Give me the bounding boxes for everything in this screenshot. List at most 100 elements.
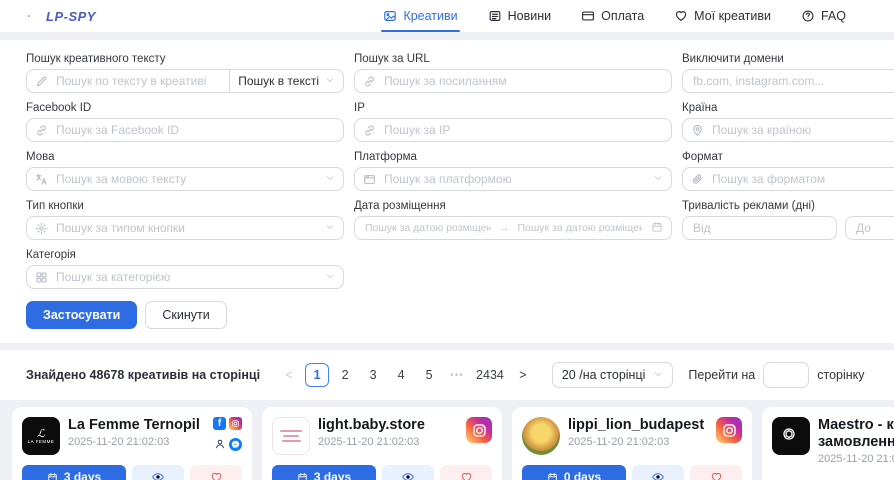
network-icons: f (213, 417, 242, 455)
filter-platform: Платформа (354, 151, 672, 191)
language-select[interactable] (26, 167, 344, 191)
eye-icon (401, 470, 415, 480)
creative-card[interactable]: Maestro - кухні, ме замовлення в Ужго 20… (762, 407, 894, 480)
text-search-mode-select[interactable]: Пошук в тексті (229, 69, 344, 93)
pagination-page-5[interactable]: 5 (417, 363, 441, 387)
exclude-domains-field[interactable] (691, 73, 894, 89)
main-nav: Креативи Новини Оплата Мої креативи FAQ (383, 0, 846, 32)
date-from-field[interactable] (363, 221, 493, 235)
location-pin-icon (691, 124, 704, 137)
filter-exclude-domains: Виключити домени (682, 53, 894, 93)
days-button[interactable]: 3 days (22, 465, 126, 480)
app-logo[interactable]: LP-SPY (18, 8, 96, 24)
ip-field[interactable] (382, 122, 663, 138)
facebook-id-input[interactable] (26, 118, 344, 142)
pagination-ellipsis[interactable]: ••• (445, 363, 469, 387)
favorite-button[interactable] (440, 465, 492, 480)
question-icon (801, 9, 815, 23)
goto-page-input[interactable] (763, 362, 809, 388)
network-icons (716, 417, 742, 455)
days-button[interactable]: 0 days (522, 465, 626, 480)
avatar: ℒ LA FEMME (22, 417, 60, 455)
creative-card[interactable]: lippi_lion_budapest 2025-11-20 21:02:03 … (512, 407, 752, 480)
pagination-last-page[interactable]: 2434 (473, 363, 507, 387)
pagination-page-1[interactable]: 1 (305, 363, 329, 387)
duration-to-field[interactable] (854, 220, 894, 236)
platform-field[interactable] (382, 171, 647, 187)
network-icons (466, 417, 492, 455)
calendar-icon (47, 472, 58, 480)
nav-tab-news[interactable]: Новини (488, 0, 552, 32)
paperclip-icon (691, 173, 704, 186)
results-bar: Знайдено 48678 креативів на сторінці < 1… (0, 350, 894, 400)
button-type-field[interactable] (54, 220, 319, 236)
calendar-icon (651, 221, 663, 236)
duration-from-input[interactable] (682, 216, 837, 240)
chevron-down-icon (653, 368, 663, 382)
audience-network-icon (213, 438, 226, 451)
creative-card[interactable]: ℒ LA FEMME La Femme Ternopil 2025-11-20 … (12, 407, 252, 480)
url-field[interactable] (382, 73, 663, 89)
results-summary: Знайдено 48678 креативів на сторінці (26, 368, 260, 382)
reset-button[interactable]: Скинути (145, 301, 226, 329)
views-button[interactable] (382, 465, 434, 480)
duration-to-input[interactable] (845, 216, 894, 240)
exclude-domains-input[interactable] (682, 69, 894, 93)
views-button[interactable] (132, 465, 184, 480)
credit-card-icon (581, 9, 595, 23)
pagination-prev[interactable]: < (277, 363, 301, 387)
card-title: Maestro - кухні, ме замовлення в Ужго (818, 417, 894, 451)
filter-panel: Пошук креативного тексту Пошук в тексті … (0, 40, 894, 343)
mode-value: Пошук в тексті (238, 74, 319, 88)
filter-format: Формат (682, 151, 894, 191)
language-field[interactable] (54, 171, 319, 187)
country-input[interactable] (682, 118, 894, 142)
views-button[interactable] (632, 465, 684, 480)
facebook-id-field[interactable] (54, 122, 335, 138)
creative-text-input[interactable] (26, 69, 229, 93)
platform-select[interactable] (354, 167, 672, 191)
nav-label: Оплата (601, 9, 644, 23)
filter-button-type: Тип кнопки (26, 200, 344, 240)
pagination-next[interactable]: > (511, 363, 535, 387)
format-input[interactable] (682, 167, 894, 191)
pagination-page-3[interactable]: 3 (361, 363, 385, 387)
nav-tab-my-creatives[interactable]: Мої креативи (674, 0, 771, 32)
nav-tab-creatives[interactable]: Креативи (383, 0, 457, 32)
favorite-button[interactable] (190, 465, 242, 480)
date-range-picker[interactable]: → (354, 216, 672, 240)
instagram-icon (716, 417, 742, 443)
arrow-right-icon: → (499, 222, 510, 234)
pagination-page-4[interactable]: 4 (389, 363, 413, 387)
country-field[interactable] (710, 122, 894, 138)
card-title: lippi_lion_budapest (568, 417, 708, 434)
field-label: Дата розміщення (354, 200, 672, 212)
days-button[interactable]: 3 days (272, 465, 376, 480)
creative-card[interactable]: light.baby.store 2025-11-20 21:02:03 3 d… (262, 407, 502, 480)
translate-icon (35, 173, 48, 186)
nav-tab-payment[interactable]: Оплата (581, 0, 644, 32)
messenger-icon (229, 438, 242, 451)
heart-icon (460, 471, 473, 480)
apply-button[interactable]: Застосувати (26, 301, 137, 329)
eye-logo-icon (18, 8, 40, 24)
eye-icon (651, 470, 665, 480)
field-label: Формат (682, 151, 894, 163)
pagination-page-2[interactable]: 2 (333, 363, 357, 387)
nav-tab-faq[interactable]: FAQ (801, 0, 846, 32)
creative-text-field[interactable] (54, 73, 221, 89)
field-label: Платформа (354, 151, 672, 163)
favorite-button[interactable] (690, 465, 742, 480)
ip-input[interactable] (354, 118, 672, 142)
duration-from-field[interactable] (691, 220, 828, 236)
url-input[interactable] (354, 69, 672, 93)
cards-row: ℒ LA FEMME La Femme Ternopil 2025-11-20 … (0, 407, 894, 480)
field-label: Мова (26, 151, 344, 163)
button-type-select[interactable] (26, 216, 344, 240)
date-to-field[interactable] (516, 221, 646, 235)
category-select[interactable] (26, 265, 344, 289)
page-size-select[interactable]: 20 /на сторінці (552, 362, 674, 388)
card-date: 2025-11-20 21:02:03 (68, 436, 205, 448)
category-field[interactable] (54, 269, 319, 285)
format-field[interactable] (710, 171, 894, 187)
